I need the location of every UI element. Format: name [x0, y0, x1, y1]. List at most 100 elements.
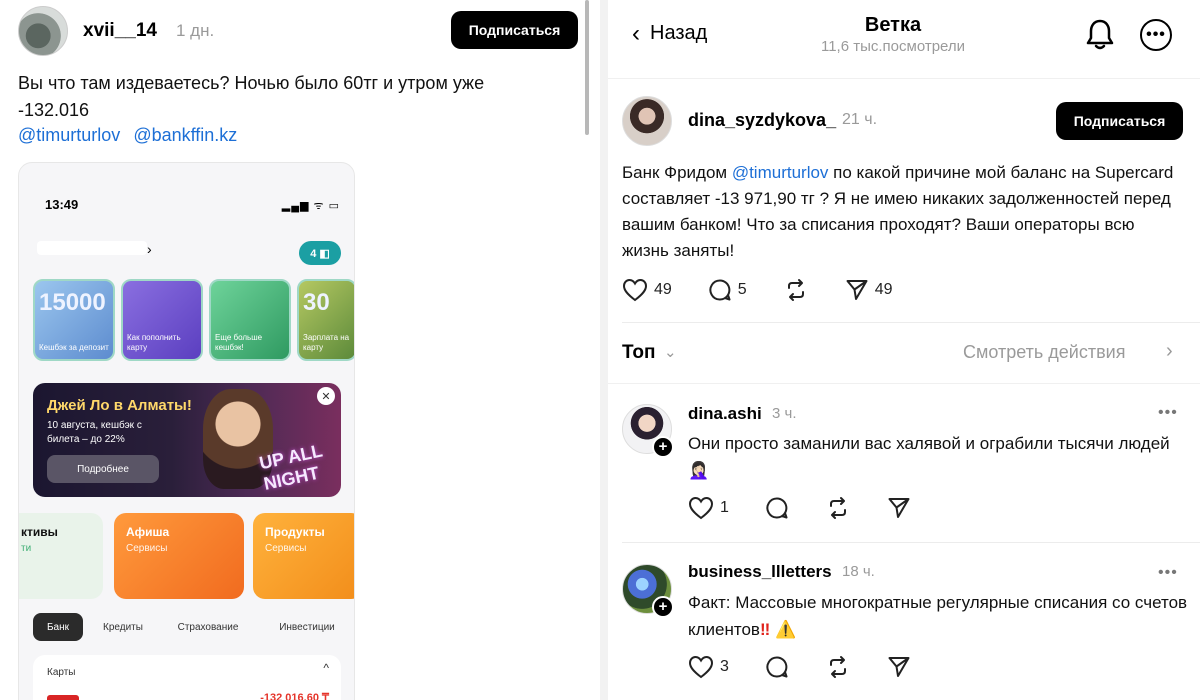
- more-options-icon[interactable]: •••: [1158, 564, 1178, 582]
- more-options-icon[interactable]: •••: [1158, 404, 1178, 422]
- story-card: Еще больше кешбэк!: [209, 279, 291, 361]
- story-label: Зарплата на карту: [303, 333, 350, 352]
- more-icon[interactable]: •••: [1140, 19, 1172, 51]
- section-divider: [608, 383, 1200, 391]
- comment-actions: 1: [688, 496, 947, 520]
- repost-button[interactable]: [825, 655, 851, 679]
- story-label: Еще больше кешбэк!: [215, 333, 263, 352]
- mention-link[interactable]: @timurturlov: [18, 125, 120, 145]
- story-big-number: 15000: [39, 289, 106, 316]
- comment-text: Они просто заманили вас халявой и ограби…: [688, 434, 1170, 480]
- story-label: Кешбэк за депозит: [39, 343, 109, 352]
- card-balance: -132 016,60 ₸: [260, 692, 329, 700]
- subscribe-button[interactable]: Подписаться: [451, 11, 578, 49]
- story-label: Как пополнить карту: [127, 333, 181, 352]
- back-button[interactable]: ‹ Назад: [632, 19, 707, 47]
- avatar[interactable]: [622, 96, 672, 146]
- like-button[interactable]: 49: [622, 278, 672, 302]
- like-count: 1: [720, 499, 729, 516]
- avatar[interactable]: [18, 6, 68, 56]
- card-thumbnail: [47, 695, 79, 700]
- tab-bank: Банк: [33, 613, 83, 641]
- blurred-name: [37, 241, 147, 255]
- send-icon: [846, 280, 868, 300]
- follow-plus-icon[interactable]: +: [652, 596, 674, 618]
- repost-icon: [787, 279, 804, 301]
- promo-more-button: Подробнее: [47, 455, 159, 483]
- service-tile: ктивы ти: [19, 513, 103, 599]
- share-count: 49: [874, 281, 893, 298]
- comment-actions: 3: [688, 655, 947, 679]
- phone-tabs: Банк Кредиты Страхование Инвестиции: [33, 613, 353, 643]
- like-count: 3: [720, 658, 729, 675]
- warning-icon: ⚠️: [774, 620, 797, 639]
- scrollbar[interactable]: [585, 0, 589, 135]
- page-title: Ветка: [864, 14, 922, 36]
- comment-icon: [766, 656, 788, 678]
- heart-icon: [688, 496, 714, 520]
- mention-link[interactable]: @timurturlov: [732, 163, 829, 182]
- phone-status-icons: ▂▄▆ ᯤ ▭: [281, 200, 340, 212]
- mentions: @timurturlov @bankffin.kz: [18, 125, 245, 146]
- close-icon: ✕: [317, 387, 335, 405]
- username[interactable]: dina_syzdykova_: [688, 110, 836, 131]
- repost-icon: [829, 656, 846, 678]
- chevron-right-icon: ›: [147, 241, 152, 257]
- comment-count: 5: [737, 281, 747, 298]
- tile-subtitle: Сервисы: [126, 543, 168, 554]
- share-button[interactable]: [887, 496, 911, 520]
- comment-time: 3 ч.: [772, 405, 797, 422]
- sort-dropdown[interactable]: Топ: [622, 342, 656, 364]
- tab-investments: Инвестиции: [279, 621, 335, 633]
- comment-username[interactable]: dina.ashi: [688, 404, 762, 424]
- repost-button[interactable]: [783, 278, 809, 302]
- comment-icon: [766, 497, 788, 519]
- bell-icon[interactable]: [1084, 18, 1116, 52]
- post-time: 21 ч.: [842, 111, 878, 128]
- repost-button[interactable]: [825, 496, 851, 520]
- left-post-header: xvii__14 1 дн. Подписаться: [18, 6, 580, 56]
- comment-icon: [709, 279, 731, 301]
- tile-title: Продукты: [265, 525, 325, 539]
- username[interactable]: xvii__14: [83, 20, 157, 42]
- repost-icon: [829, 497, 846, 519]
- notification-badge: 4 ◧: [299, 241, 341, 265]
- story-card: Как пополнить карту: [121, 279, 203, 361]
- service-tiles: ктивы ти Афиша Сервисы Продукты Сервисы: [19, 513, 354, 599]
- story-card: 30 Зарплата на карту: [297, 279, 354, 361]
- share-button[interactable]: [887, 655, 911, 679]
- tile-subtitle: ти: [21, 543, 32, 554]
- promo-subtitle: 10 августа, кешбэк с билета – до 22%: [47, 420, 142, 445]
- stories-row: 15000 Кешбэк за депозит Как пополнить ка…: [33, 279, 354, 361]
- thread-panel: ‹ Назад Ветка 11,6 тыс.посмотрели ••• di…: [608, 0, 1200, 700]
- chevron-left-icon: ‹: [632, 19, 640, 47]
- left-post-panel: xvii__14 1 дн. Подписаться Вы что там из…: [0, 0, 592, 700]
- chevron-down-icon[interactable]: ⌄: [664, 343, 677, 361]
- like-button[interactable]: 1: [688, 496, 729, 520]
- comment-button[interactable]: [765, 496, 789, 520]
- send-icon: [888, 498, 910, 518]
- story-big-number: 30: [303, 289, 330, 316]
- cards-title: Карты: [47, 667, 76, 678]
- heart-icon: [688, 655, 714, 679]
- promo-title: Джей Ло в Алматы!: [47, 397, 192, 414]
- chevron-up-icon: ^: [323, 661, 329, 675]
- chevron-right-icon[interactable]: ›: [1166, 340, 1173, 363]
- subscribe-button[interactable]: Подписаться: [1056, 102, 1183, 140]
- service-tile: Продукты Сервисы: [253, 513, 354, 599]
- see-actions-link[interactable]: Смотреть действия: [963, 342, 1125, 363]
- comment-username[interactable]: business_llletters: [688, 562, 832, 582]
- comment-button[interactable]: [765, 655, 789, 679]
- tab-insurance: Страхование: [177, 621, 239, 633]
- attached-screenshot[interactable]: 13:49 ▂▄▆ ᯤ ▭ › 4 ◧ 15000 Кешбэк за депо…: [18, 162, 355, 700]
- header-divider: [608, 78, 1200, 79]
- share-button[interactable]: 49: [845, 278, 893, 302]
- divider: [622, 322, 1200, 323]
- comment-button[interactable]: 5: [708, 278, 747, 302]
- post-time: 1 дн.: [176, 21, 215, 40]
- mention-link[interactable]: @bankffin.kz: [133, 125, 237, 145]
- follow-plus-icon[interactable]: +: [652, 436, 674, 458]
- service-tile: Афиша Сервисы: [114, 513, 244, 599]
- double-exclamation-icon: ‼: [759, 620, 771, 639]
- like-button[interactable]: 3: [688, 655, 729, 679]
